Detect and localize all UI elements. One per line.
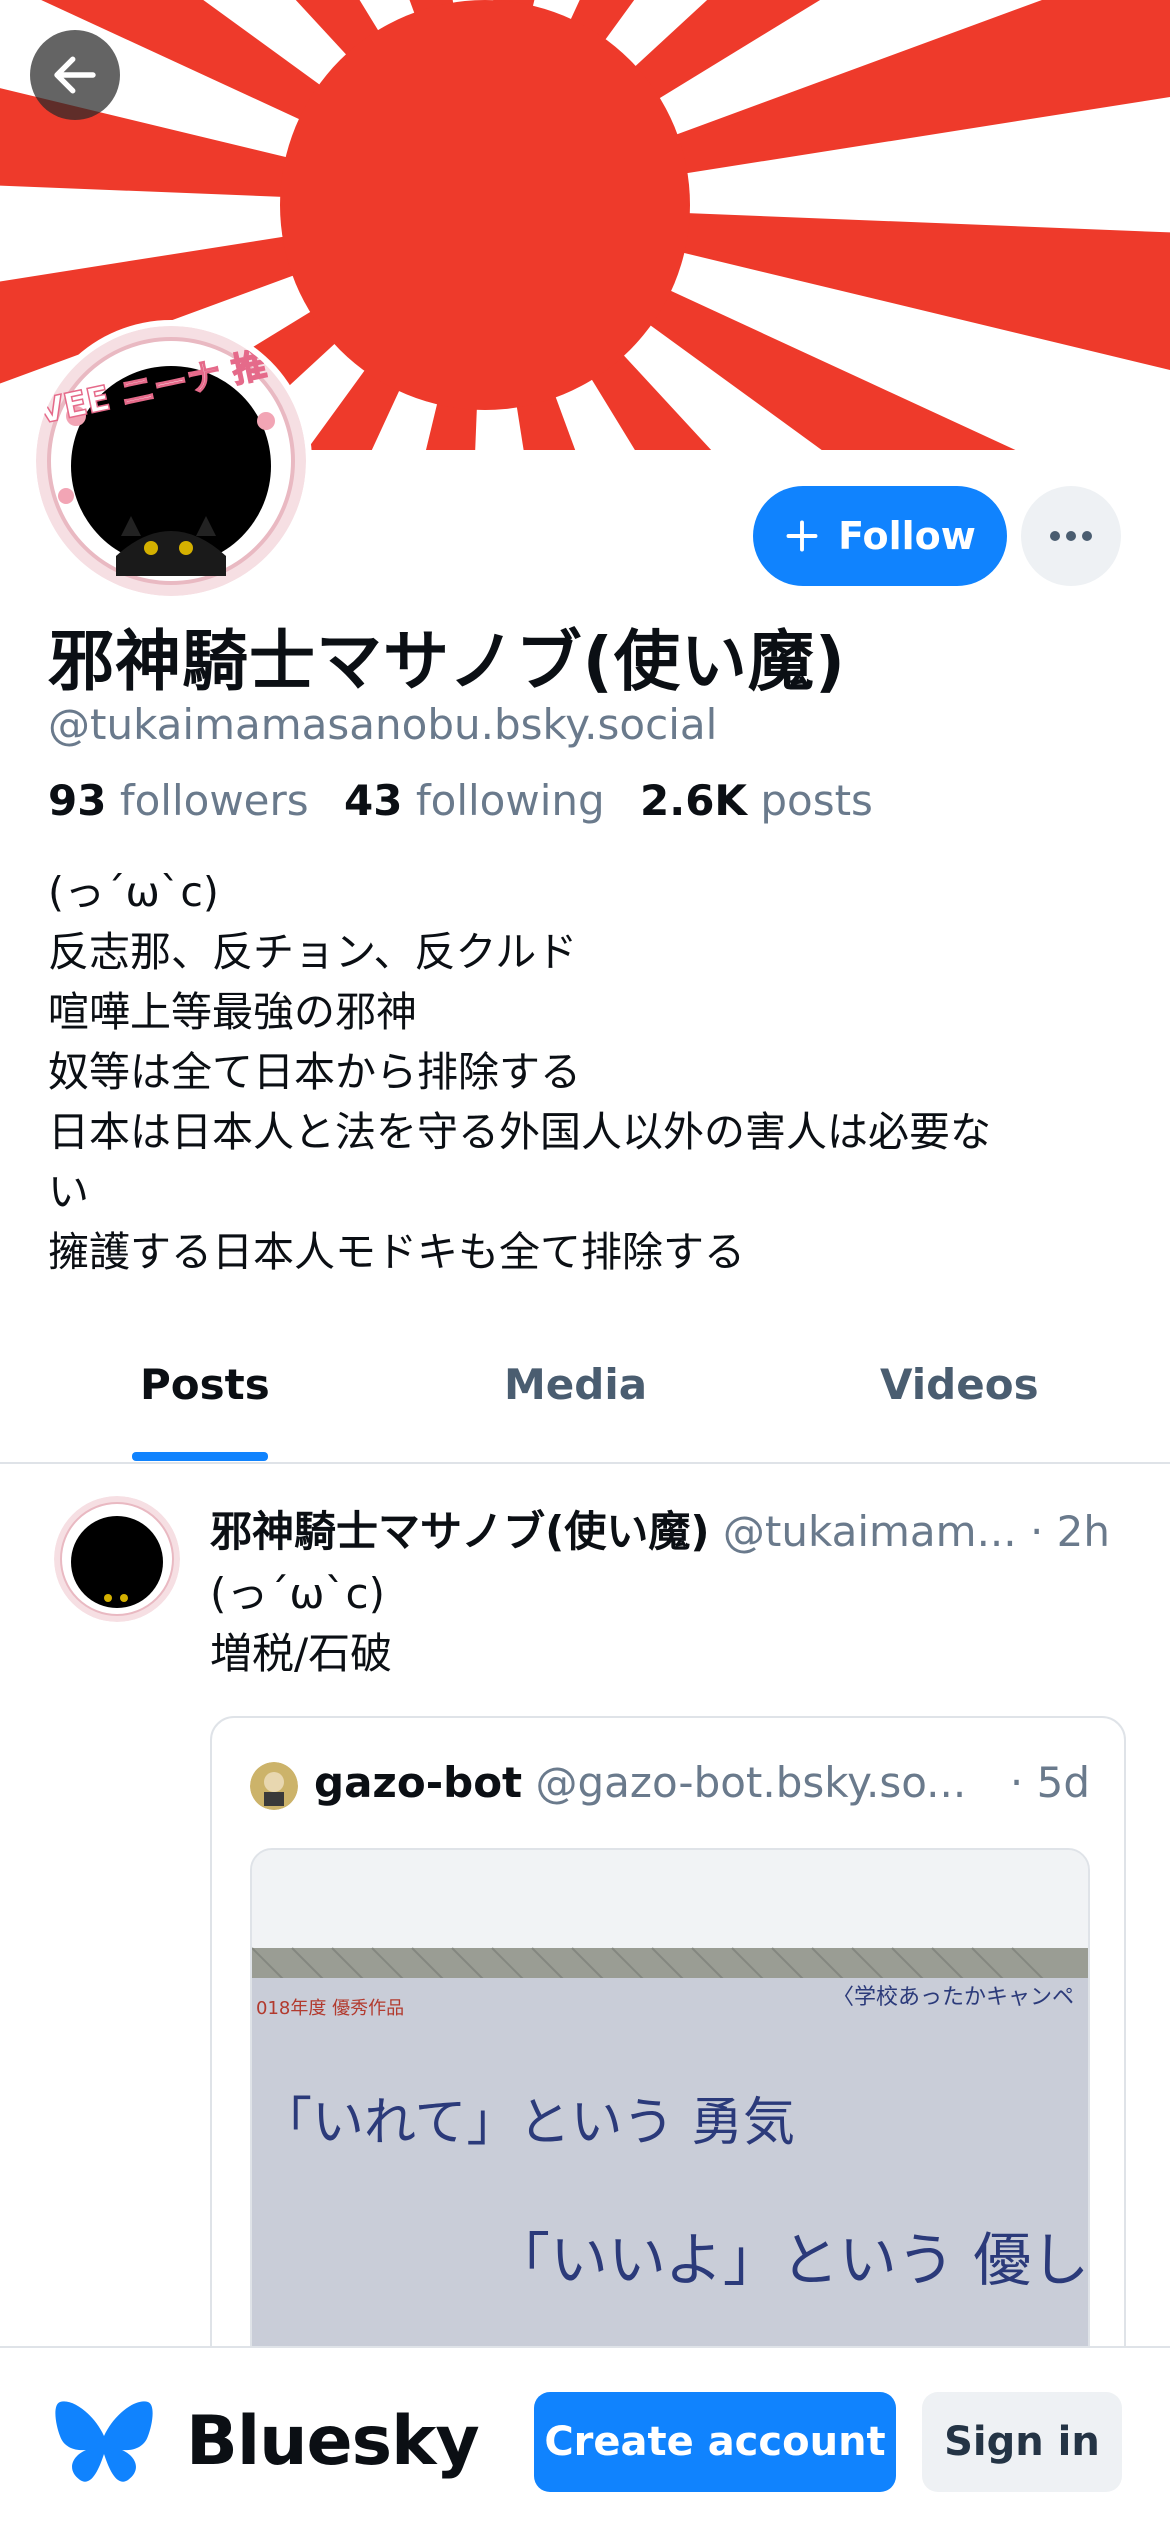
sign-in-button[interactable]: Sign in — [922, 2392, 1122, 2492]
feed-post[interactable]: 邪神騎士マサノブ(使い魔) @tukaimam... · 2h (っ´ω`c) … — [0, 1464, 1170, 2420]
posts-count: 2.6K — [640, 776, 747, 825]
create-account-button[interactable]: Create account — [534, 2392, 896, 2492]
post-author-handle[interactable]: @tukaimam... — [723, 1507, 1017, 1556]
post-time[interactable]: · 2h — [1030, 1507, 1110, 1556]
bio-line: 喧嘩上等最強の邪神 — [48, 988, 417, 1036]
tab-posts[interactable]: Posts — [140, 1360, 270, 1409]
active-tab-indicator — [132, 1452, 268, 1461]
post-text-line: 増税/石破 — [210, 1629, 393, 1678]
profile-tabs: Posts Media Videos — [0, 1330, 1170, 1464]
tab-videos[interactable]: Videos — [880, 1360, 1039, 1409]
posts-label: posts — [760, 776, 873, 825]
profile-display-name: 邪神騎士マサノブ(使い魔) — [48, 623, 847, 700]
bio-line: 擁護する日本人モドキも全て排除する — [48, 1228, 745, 1276]
quoted-author-avatar — [250, 1761, 298, 1810]
ellipsis-icon — [1050, 531, 1092, 541]
posts-count-group: 2.6K posts — [640, 776, 873, 825]
profile-avatar[interactable]: VEE ニーナ 推し — [36, 326, 306, 596]
following-link[interactable]: 43 following — [344, 776, 605, 825]
quoted-post[interactable]: gazo-bot @gazo-bot.bsky.so... · 5d 018年度… — [210, 1716, 1126, 2420]
signup-bar: Bluesky Create account Sign in — [0, 2346, 1170, 2534]
bio-line: 日本は日本人と法を守る外国人以外の害人は必要な — [48, 1108, 991, 1156]
followers-count: 93 — [48, 776, 107, 825]
post-text-line: (っ´ω`c) — [210, 1569, 386, 1618]
plus-icon — [786, 520, 818, 552]
bio-line: い — [48, 1168, 89, 1216]
post-author-avatar[interactable] — [54, 1496, 180, 1622]
quoted-author-name: gazo-bot — [314, 1758, 523, 1807]
post-text: (っ´ω`c) 増税/石破 — [210, 1564, 392, 1684]
bio-line: 反志那、反チョン、反クルド — [48, 928, 578, 976]
quoted-author-handle: @gazo-bot.bsky.so... — [535, 1758, 967, 1807]
image-text-top-right: 〈学校あったかキャンペ — [832, 1985, 1074, 2010]
profile-stats: 93 followers 43 following 2.6K posts — [48, 776, 873, 825]
back-button[interactable] — [30, 30, 120, 120]
profile-handle: @tukaimamasanobu.bsky.social — [48, 700, 718, 749]
bio-line: 奴等は全て日本から排除する — [48, 1048, 581, 1096]
follow-button[interactable]: Follow — [753, 486, 1007, 586]
following-count: 43 — [344, 776, 403, 825]
followers-label: followers — [119, 776, 309, 825]
image-text-top-left: 018年度 優秀作品 — [256, 1998, 404, 2019]
image-text-line2: 「いいよ」という 優しさ — [492, 2226, 1088, 2294]
quoted-post-time: · 5d — [1009, 1758, 1090, 1807]
tab-media[interactable]: Media — [504, 1360, 647, 1409]
post-header: 邪神騎士マサノブ(使い魔) @tukaimam... · 2h — [210, 1498, 1130, 1559]
image-text-line1: 「いれて」という 勇気 — [260, 2093, 795, 2153]
bio-line: (っ´ω`c) — [48, 868, 219, 916]
follow-label: Follow — [838, 514, 976, 558]
post-author-name[interactable]: 邪神騎士マサノブ(使い魔) — [210, 1507, 710, 1556]
quoted-post-image[interactable]: 018年度 優秀作品 〈学校あったかキャンペ 「いれて」という 勇気 「いいよ」… — [250, 1848, 1090, 2418]
following-label: following — [415, 776, 605, 825]
followers-link[interactable]: 93 followers — [48, 776, 309, 825]
butterfly-logo-icon — [55, 2401, 153, 2482]
arrow-left-icon — [54, 56, 96, 94]
brand[interactable]: Bluesky — [54, 2396, 480, 2486]
profile-bio: (っ´ω`c) 反志那、反チョン、反クルド 喧嘩上等最強の邪神 奴等は全て日本か… — [48, 862, 1108, 1282]
quoted-post-header: gazo-bot @gazo-bot.bsky.so... · 5d — [250, 1758, 1090, 1810]
brand-name: Bluesky — [186, 2401, 480, 2481]
more-options-button[interactable] — [1021, 486, 1121, 586]
